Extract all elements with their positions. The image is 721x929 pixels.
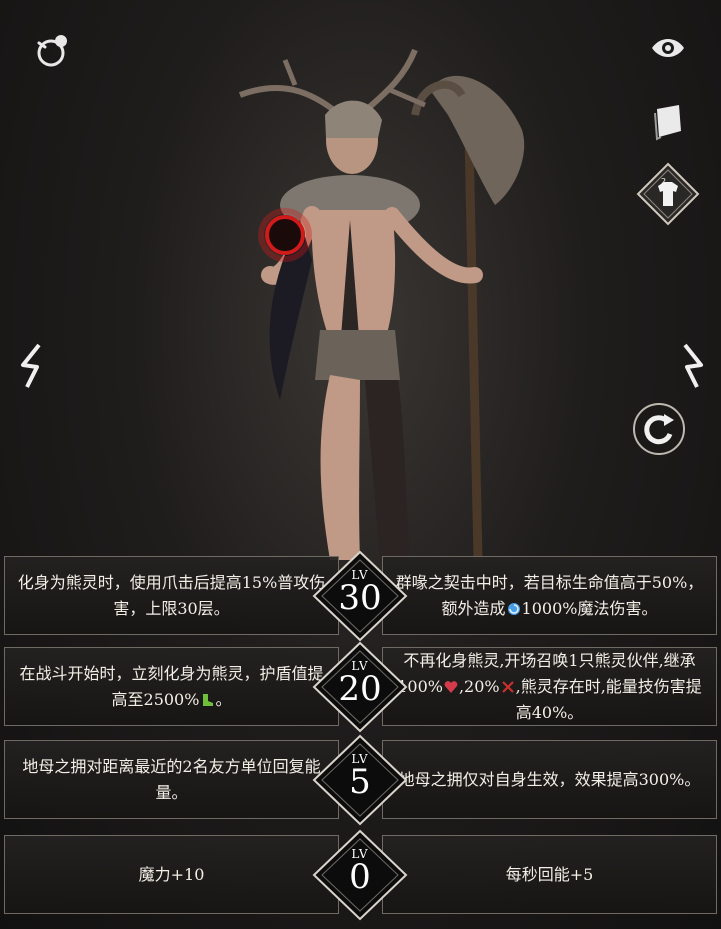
level-number: 5 xyxy=(349,762,371,802)
talent-description: 不再化身熊灵,开场召唤1只熊灵伙伴,继承100% ,20% ,熊灵存在时,能量技伤害… xyxy=(397,650,702,722)
level-badge: LV 0 xyxy=(310,829,410,921)
talent-row-lv5: 地母之拥对距离最近的2名友方单位回复能量。 地母之拥仅对自身生效，效果提高300… xyxy=(4,734,717,826)
talent-row-lv20: 在战斗开始时，立刻化身为熊灵，护盾值提高至2500%。 不再化身熊灵,开场召唤1… xyxy=(4,641,717,733)
character-stage xyxy=(0,0,721,560)
talent-description: 魔力+10 xyxy=(138,864,205,884)
talent-description: 每秒回能+5 xyxy=(505,864,594,884)
talent-option-right[interactable]: 每秒回能+5 xyxy=(382,835,717,914)
talent-option-left[interactable]: 化身为熊灵时，使用爪击后提高15%普攻伤害，上限30层。 xyxy=(4,556,339,635)
talent-row-lv30: 化身为熊灵时，使用爪击后提高15%普攻伤害，上限30层。 群喙之契击中时，若目标… xyxy=(4,550,717,642)
swirl-menu-icon[interactable] xyxy=(30,28,76,74)
talent-option-right[interactable]: 群喙之契击中时，若目标生命值高于50%，额外造成 1000%魔法伤害。 xyxy=(382,556,717,635)
next-arrow-icon[interactable] xyxy=(676,340,712,392)
outfit-icon[interactable]: 2 xyxy=(636,162,700,226)
magic-swirl-icon xyxy=(507,602,520,615)
refresh-icon[interactable] xyxy=(632,402,686,456)
talent-description: 地母之拥仅对自身生效，效果提高300%。 xyxy=(398,769,701,789)
talent-option-left[interactable]: 魔力+10 xyxy=(4,835,339,914)
character-illustration xyxy=(238,48,525,560)
talent-option-right[interactable]: 不再化身熊灵,开场召唤1只熊灵伙伴,继承100% ,20% ,熊灵存在时,能量技伤害… xyxy=(382,647,717,726)
level-badge: LV 30 xyxy=(310,550,410,642)
level-badge: LV 5 xyxy=(310,734,410,826)
shield-boot-icon xyxy=(203,693,214,706)
crossed-swords-icon xyxy=(501,680,514,693)
book-icon[interactable] xyxy=(646,100,690,144)
level-number: 30 xyxy=(338,578,382,618)
level-badge: LV 20 xyxy=(310,641,410,733)
talent-option-left[interactable]: 在战斗开始时，立刻化身为熊灵，护盾值提高至2500%。 xyxy=(4,647,339,726)
talent-description: 群喙之契击中时，若目标生命值高于50%，额外造成 1000%魔法伤害。 xyxy=(395,572,704,618)
heart-icon xyxy=(444,680,458,693)
previous-arrow-icon[interactable] xyxy=(12,340,48,392)
svg-text:2: 2 xyxy=(661,177,666,186)
talent-option-right[interactable]: 地母之拥仅对自身生效，效果提高300%。 xyxy=(382,740,717,819)
eye-icon[interactable] xyxy=(646,30,690,66)
talent-description: 化身为熊灵时，使用爪击后提高15%普攻伤害，上限30层。 xyxy=(17,572,326,618)
talent-row-lv0: 魔力+10 每秒回能+5 LV 0 xyxy=(4,829,717,921)
talent-description: 地母之拥对距离最近的2名友方单位回复能量。 xyxy=(22,756,321,802)
talent-option-left[interactable]: 地母之拥对距离最近的2名友方单位回复能量。 xyxy=(4,740,339,819)
talent-description: 在战斗开始时，立刻化身为熊灵，护盾值提高至2500%。 xyxy=(19,663,324,709)
level-number: 20 xyxy=(338,669,382,709)
level-number: 0 xyxy=(349,857,371,897)
